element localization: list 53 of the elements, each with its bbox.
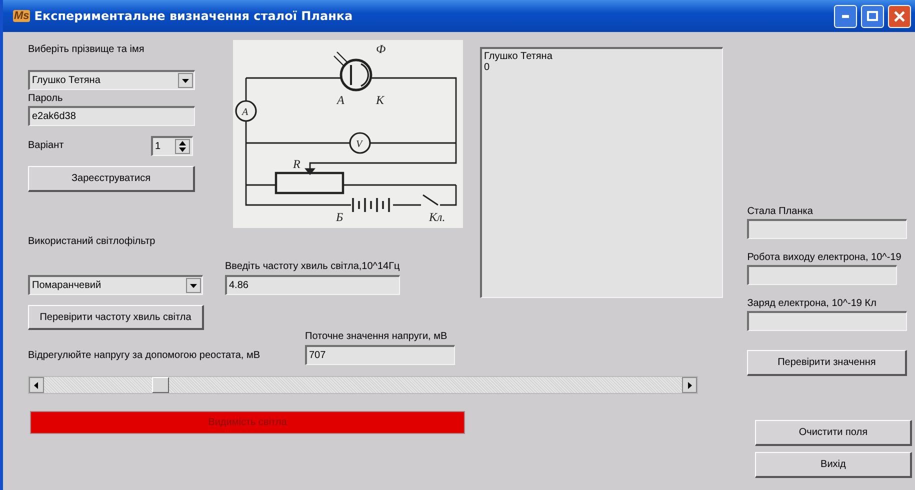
caret-icon — [190, 282, 197, 289]
check-values-button[interactable]: Перевірити значення — [747, 350, 908, 376]
diagram-label: V — [356, 139, 362, 150]
log-line: Глушко Тетяна — [484, 51, 554, 62]
result-field[interactable] — [747, 265, 898, 285]
field-label: Поточне значення напруги, мВ — [305, 331, 448, 342]
app-icon: Ms — [13, 10, 30, 22]
diagram-label: Кл. — [429, 210, 446, 224]
register-button[interactable]: Зареєструватися — [28, 166, 195, 192]
close-icon — [894, 10, 905, 22]
result-field[interactable] — [747, 219, 908, 239]
field-label: Виберіть прізвище та імя — [28, 44, 146, 55]
voltage-hint: Відрегулюйте напругу за допомогою реостата, мВ — [28, 350, 262, 361]
visibility-indicator: Видимість світла — [30, 411, 465, 434]
scroll-thumb[interactable] — [152, 377, 169, 393]
check-frequency-button[interactable]: Перевірити частоту хвиль світла — [28, 305, 204, 330]
variant-spinner[interactable]: 1 — [151, 136, 193, 156]
exit-button[interactable]: Вихід — [755, 452, 912, 478]
field-label: Варіант — [28, 140, 64, 151]
frequency-field[interactable]: 4.86 — [225, 275, 400, 295]
filter-dropdown[interactable]: Помаранчевий — [28, 275, 203, 295]
minimize-button[interactable] — [834, 4, 857, 28]
result-field[interactable] — [747, 311, 908, 331]
field-label: Стала Планка — [747, 206, 814, 217]
diagram-label: К — [376, 93, 384, 107]
log-memo[interactable]: Глушко Тетяна 0 — [480, 47, 723, 298]
field-label: Введіть частоту хвиль світла,10^14Гц — [225, 261, 400, 272]
diagram-label: А — [337, 93, 344, 107]
voltage-field[interactable]: 707 — [305, 345, 455, 365]
field-label: Використаний світлофільтр — [28, 236, 156, 247]
rheostat-scrollbar[interactable] — [28, 376, 698, 394]
scroll-right-button[interactable] — [682, 377, 697, 393]
scroll-left-button[interactable] — [29, 377, 44, 393]
window-title: Експериментальне визначення сталої Планка — [34, 9, 354, 23]
student-dropdown[interactable]: Глушко Тетяна — [28, 70, 195, 90]
diagram-label: Б — [336, 210, 344, 224]
field-label: Пароль — [28, 93, 64, 104]
right-arrow-icon — [686, 382, 693, 388]
clear-button[interactable]: Очистити поля — [755, 420, 912, 446]
diagram-label: A — [242, 107, 248, 118]
maximize-button[interactable] — [861, 4, 884, 28]
field-label: Робота виходу електрона, 10^-19 — [747, 252, 902, 263]
maximize-icon — [867, 11, 878, 21]
close-button[interactable] — [888, 4, 911, 28]
left-arrow-icon — [33, 382, 40, 388]
log-line: 0 — [484, 62, 491, 73]
caret-icon — [182, 77, 189, 84]
password-field[interactable]: e2ak6d38 — [28, 106, 195, 126]
minimize-icon — [842, 14, 849, 18]
diagram-label: R — [293, 157, 300, 171]
diagram-label: Ф — [376, 42, 386, 56]
spin-arrows-icon — [179, 141, 186, 152]
field-label: Заряд електрона, 10^-19 Кл — [747, 298, 878, 309]
